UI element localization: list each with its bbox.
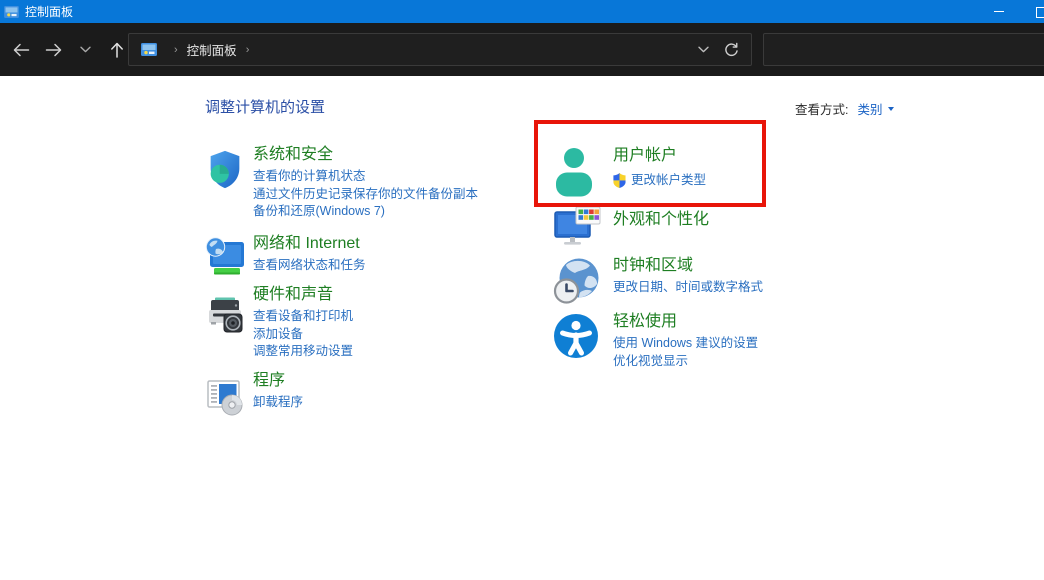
search-input[interactable] <box>764 34 1044 65</box>
view-by-label: 查看方式: <box>795 99 848 118</box>
category-appearance-personalization: 外观和个性化 <box>553 211 709 258</box>
task-link[interactable]: 查看网络状态和任务 <box>253 259 366 272</box>
task-link[interactable]: 卸载程序 <box>253 396 303 409</box>
page-title: 调整计算机的设置 <box>205 96 325 117</box>
title-bar: 控制面板 <box>0 0 1044 23</box>
refresh-icon[interactable] <box>717 36 745 64</box>
control-panel-home: 调整计算机的设置 查看方式: 类别 系统和安全 查看你的计算机状态 通过文件 <box>0 76 1044 580</box>
category-title-programs[interactable]: 程序 <box>253 372 303 390</box>
task-link[interactable]: 添加设备 <box>253 328 353 341</box>
chevron-down-icon[interactable] <box>70 35 100 65</box>
control-panel-icon <box>4 6 19 18</box>
category-hardware-sound: 硬件和声音 查看设备和打印机 添加设备 调整常用移动设置 <box>203 286 353 358</box>
programs-window-icon <box>203 374 253 423</box>
task-link[interactable]: 查看你的计算机状态 <box>253 170 478 183</box>
category-programs: 程序 卸载程序 <box>203 372 303 423</box>
user-silhouette-icon <box>553 147 613 202</box>
task-link[interactable]: 查看设备和打印机 <box>253 310 353 323</box>
task-link[interactable]: 更改日期、时间或数字格式 <box>613 281 763 294</box>
task-link[interactable]: 备份和还原(Windows 7) <box>253 205 478 218</box>
category-clock-region: 时钟和区域 更改日期、时间或数字格式 <box>553 257 763 310</box>
breadcrumb-item-control-panel[interactable]: 控制面板 <box>187 40 237 59</box>
task-link[interactable]: 优化视觉显示 <box>613 355 758 368</box>
accessibility-icon <box>553 313 613 364</box>
maximize-button[interactable] <box>1036 7 1044 18</box>
uac-shield-icon <box>613 173 626 188</box>
category-user-accounts: 用户帐户 <box>553 147 706 202</box>
chevron-right-icon: › <box>174 44 178 56</box>
category-title-network-internet[interactable]: 网络和 Internet <box>253 235 366 253</box>
network-monitor-icon <box>203 235 253 284</box>
address-dropdown-chevron-icon[interactable] <box>689 36 717 64</box>
minimize-button[interactable] <box>978 0 1020 23</box>
view-by-control: 查看方式: 类别 <box>795 99 894 118</box>
task-link[interactable]: 调整常用移动设置 <box>253 345 353 358</box>
view-by-dropdown[interactable]: 类别 <box>857 99 893 118</box>
window-title: 控制面板 <box>25 3 73 20</box>
chevron-right-icon: › <box>246 44 250 56</box>
task-link[interactable]: 通过文件历史记录保存你的文件备份副本 <box>253 188 478 201</box>
category-system-security: 系统和安全 查看你的计算机状态 通过文件历史记录保存你的文件备份副本 备份和还原… <box>203 146 478 218</box>
category-title-ease-of-access[interactable]: 轻松使用 <box>613 313 758 331</box>
navigation-bar: › 控制面板 › <box>0 23 1044 76</box>
appearance-monitor-icon <box>553 207 613 258</box>
back-arrow-icon[interactable] <box>6 35 36 65</box>
task-link-change-account-type[interactable]: 更改帐户类型 <box>613 173 706 188</box>
printer-speaker-icon <box>203 293 253 342</box>
category-title-user-accounts[interactable]: 用户帐户 <box>613 147 706 165</box>
category-title-clock-region[interactable]: 时钟和区域 <box>613 257 763 275</box>
search-box[interactable] <box>763 33 1044 66</box>
category-title-system-security[interactable]: 系统和安全 <box>253 146 478 164</box>
security-shield-icon <box>203 148 253 197</box>
globe-clock-icon <box>553 257 613 310</box>
category-network-internet: 网络和 Internet 查看网络状态和任务 <box>203 235 366 284</box>
category-ease-of-access: 轻松使用 使用 Windows 建议的设置 优化视觉显示 <box>553 313 758 368</box>
address-bar[interactable]: › 控制面板 › <box>128 33 752 66</box>
category-title-appearance-personalization[interactable]: 外观和个性化 <box>613 211 709 229</box>
task-link[interactable]: 使用 Windows 建议的设置 <box>613 337 758 350</box>
forward-arrow-icon[interactable] <box>38 35 68 65</box>
control-panel-icon <box>141 43 157 56</box>
chevron-down-icon <box>888 107 894 111</box>
category-title-hardware-sound[interactable]: 硬件和声音 <box>253 286 353 304</box>
